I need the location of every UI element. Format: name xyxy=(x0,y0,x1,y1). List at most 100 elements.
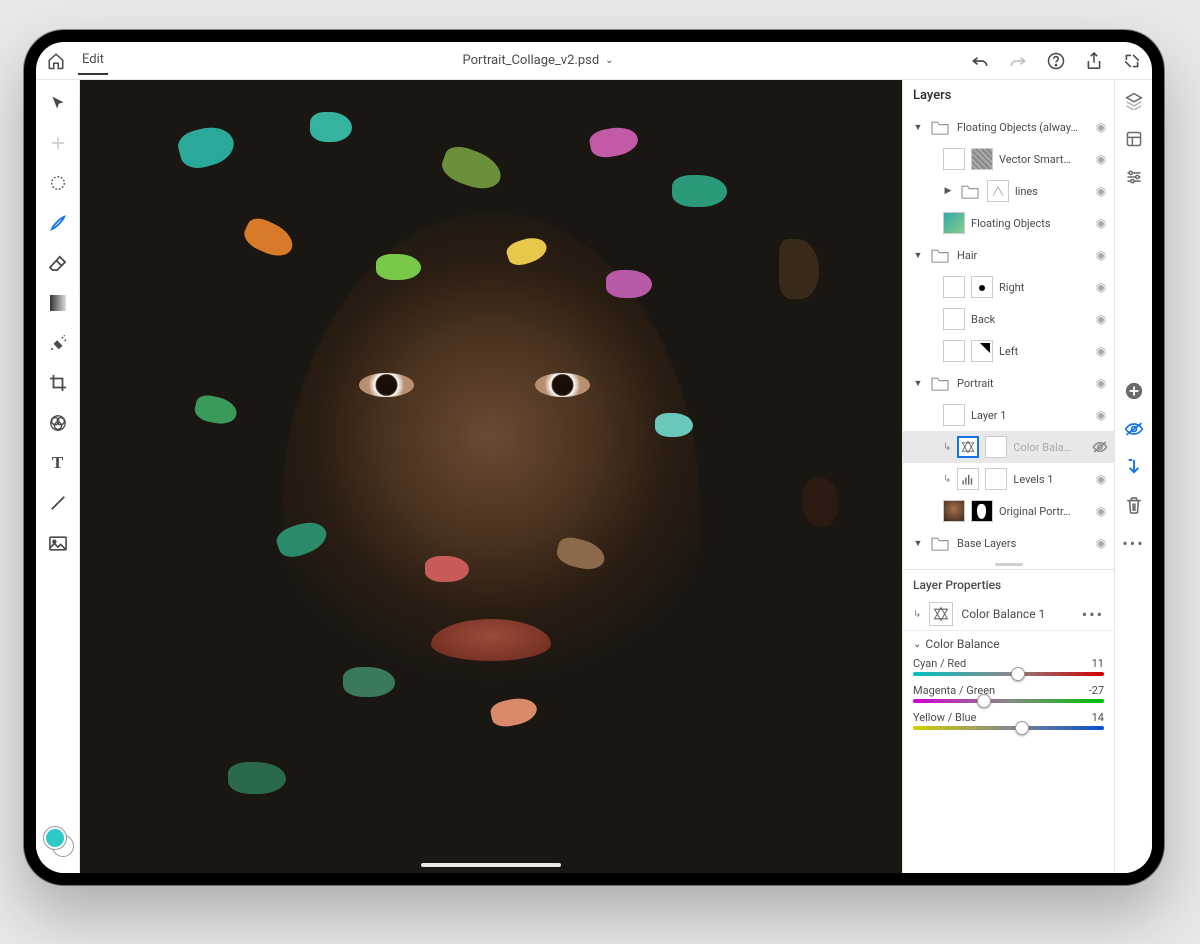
transform-tool-icon[interactable] xyxy=(45,130,71,156)
gradient-tool-icon[interactable] xyxy=(45,290,71,316)
crop-tool-icon[interactable] xyxy=(45,370,71,396)
share-icon[interactable] xyxy=(1082,49,1106,73)
add-layer-icon[interactable] xyxy=(1123,380,1145,402)
visibility-icon[interactable]: ◉ xyxy=(1092,248,1110,262)
layers-panel-title: Layers xyxy=(903,80,1114,111)
layer-item[interactable]: Floating Objects ◉ xyxy=(903,207,1114,239)
foreground-background-color[interactable] xyxy=(44,827,72,855)
chevron-down-icon[interactable]: ⌄ xyxy=(913,639,921,650)
artwork-fleck xyxy=(310,112,352,142)
artwork-fleck xyxy=(588,124,640,160)
hide-layer-icon[interactable] xyxy=(1123,418,1145,440)
eraser-tool-icon[interactable] xyxy=(45,250,71,276)
layer-name: Floating Objects xyxy=(971,217,1086,230)
folder-icon xyxy=(929,244,951,266)
foreground-color-swatch[interactable] xyxy=(44,827,66,849)
visibility-hidden-icon[interactable] xyxy=(1092,440,1110,454)
undo-icon[interactable] xyxy=(968,49,992,73)
visibility-icon[interactable]: ◉ xyxy=(1092,152,1110,166)
home-icon[interactable] xyxy=(44,49,68,73)
artwork-fleck xyxy=(672,175,727,207)
layer-item[interactable]: ↳ Levels 1 ◉ xyxy=(903,463,1114,495)
visibility-icon[interactable]: ◉ xyxy=(1092,376,1110,390)
layer-mask-thumbnail xyxy=(971,148,993,170)
layer-group[interactable]: ▼ Hair ◉ xyxy=(903,239,1114,271)
visibility-icon[interactable]: ◉ xyxy=(1092,472,1110,486)
slider-value: -27 xyxy=(1089,684,1104,697)
expand-icon[interactable]: ▶ xyxy=(943,186,953,196)
visibility-icon[interactable]: ◉ xyxy=(1092,216,1110,230)
panel-resize-handle[interactable] xyxy=(903,559,1114,569)
tool-column: T xyxy=(36,80,80,873)
help-icon[interactable] xyxy=(1044,49,1068,73)
fullscreen-icon[interactable] xyxy=(1120,49,1144,73)
move-down-icon[interactable] xyxy=(1123,456,1145,478)
layer-item[interactable]: Original Portr… ◉ xyxy=(903,495,1114,527)
layer-item[interactable]: Layer 1 ◉ xyxy=(903,399,1114,431)
visibility-icon[interactable]: ◉ xyxy=(1092,504,1110,518)
app-screen: Edit Portrait_Collage_v2.psd ⌄ xyxy=(36,42,1152,873)
layer-name: Vector Smart… xyxy=(999,153,1086,166)
layer-item-selected[interactable]: ↳ Color Bala… xyxy=(903,431,1114,463)
visibility-icon[interactable]: ◉ xyxy=(1092,312,1110,326)
layer-group[interactable]: ▼ Floating Objects (alway… ◉ xyxy=(903,111,1114,143)
lasso-tool-icon[interactable] xyxy=(45,170,71,196)
layer-thumbnail xyxy=(943,404,965,426)
layer-item[interactable]: Vector Smart… ◉ xyxy=(903,143,1114,175)
layer-name: Levels 1 xyxy=(1013,473,1086,486)
more-icon[interactable]: ••• xyxy=(1123,532,1145,554)
layer-properties-panel: Layer Properties ↳ Color Balance 1 ••• ⌄… xyxy=(903,569,1114,742)
yellow-blue-slider[interactable]: Yellow / Blue14 xyxy=(913,711,1104,730)
layer-item[interactable]: Right ◉ xyxy=(903,271,1114,303)
visibility-icon[interactable]: ◉ xyxy=(1092,280,1110,294)
layers-list[interactable]: ▼ Floating Objects (alway… ◉ Vector Smar… xyxy=(903,111,1114,559)
layer-item[interactable]: Back ◉ xyxy=(903,303,1114,335)
expand-icon[interactable]: ▼ xyxy=(913,250,923,261)
line-tool-icon[interactable] xyxy=(45,490,71,516)
adjust-tool-icon[interactable] xyxy=(45,410,71,436)
visibility-icon[interactable]: ◉ xyxy=(1092,536,1110,550)
home-indicator[interactable] xyxy=(421,863,561,867)
chevron-down-icon[interactable]: ⌄ xyxy=(605,55,613,66)
layer-group[interactable]: ▶ ╱╲ lines ◉ xyxy=(903,175,1114,207)
redo-icon[interactable] xyxy=(1006,49,1030,73)
heal-tool-icon[interactable] xyxy=(45,330,71,356)
artwork-fleck xyxy=(228,762,286,794)
adjustment-thumbnail xyxy=(929,602,953,626)
layer-group[interactable]: ▼ Portrait ◉ xyxy=(903,367,1114,399)
layer-mask-thumbnail xyxy=(985,468,1007,490)
layers-icon[interactable] xyxy=(1123,90,1145,112)
adjustments-icon[interactable] xyxy=(1123,166,1145,188)
expand-icon[interactable]: ▼ xyxy=(913,378,923,389)
layer-thumbnail xyxy=(943,500,965,522)
layer-mask-thumbnail xyxy=(985,436,1007,458)
place-image-icon[interactable] xyxy=(45,530,71,556)
layer-thumbnail xyxy=(943,308,965,330)
type-tool-icon[interactable]: T xyxy=(45,450,71,476)
edit-menu[interactable]: Edit xyxy=(78,46,108,75)
layer-item[interactable]: Left ◉ xyxy=(903,335,1114,367)
visibility-icon[interactable]: ◉ xyxy=(1092,344,1110,358)
layer-name: Layer 1 xyxy=(971,409,1086,422)
brush-tool-icon[interactable] xyxy=(45,210,71,236)
document-title[interactable]: Portrait_Collage_v2.psd xyxy=(462,53,599,68)
properties-icon[interactable] xyxy=(1123,128,1145,150)
visibility-icon[interactable]: ◉ xyxy=(1092,120,1110,134)
delete-layer-icon[interactable] xyxy=(1123,494,1145,516)
cyan-red-slider[interactable]: Cyan / Red11 xyxy=(913,657,1104,676)
selected-layer-name: Color Balance 1 xyxy=(961,607,1045,621)
more-options-icon[interactable]: ••• xyxy=(1082,605,1104,624)
magenta-green-slider[interactable]: Magenta / Green-27 xyxy=(913,684,1104,703)
canvas[interactable] xyxy=(80,80,902,873)
visibility-icon[interactable]: ◉ xyxy=(1092,184,1110,198)
folder-icon xyxy=(959,180,981,202)
layer-group[interactable]: ▼ Base Layers ◉ xyxy=(903,527,1114,559)
layer-name: Floating Objects (alway… xyxy=(957,121,1086,134)
layer-thumbnail xyxy=(943,212,965,234)
artwork-fleck xyxy=(425,556,469,582)
visibility-icon[interactable]: ◉ xyxy=(1092,408,1110,422)
move-tool-icon[interactable] xyxy=(45,90,71,116)
folder-icon xyxy=(929,372,951,394)
expand-icon[interactable]: ▼ xyxy=(913,538,923,549)
expand-icon[interactable]: ▼ xyxy=(913,122,923,133)
